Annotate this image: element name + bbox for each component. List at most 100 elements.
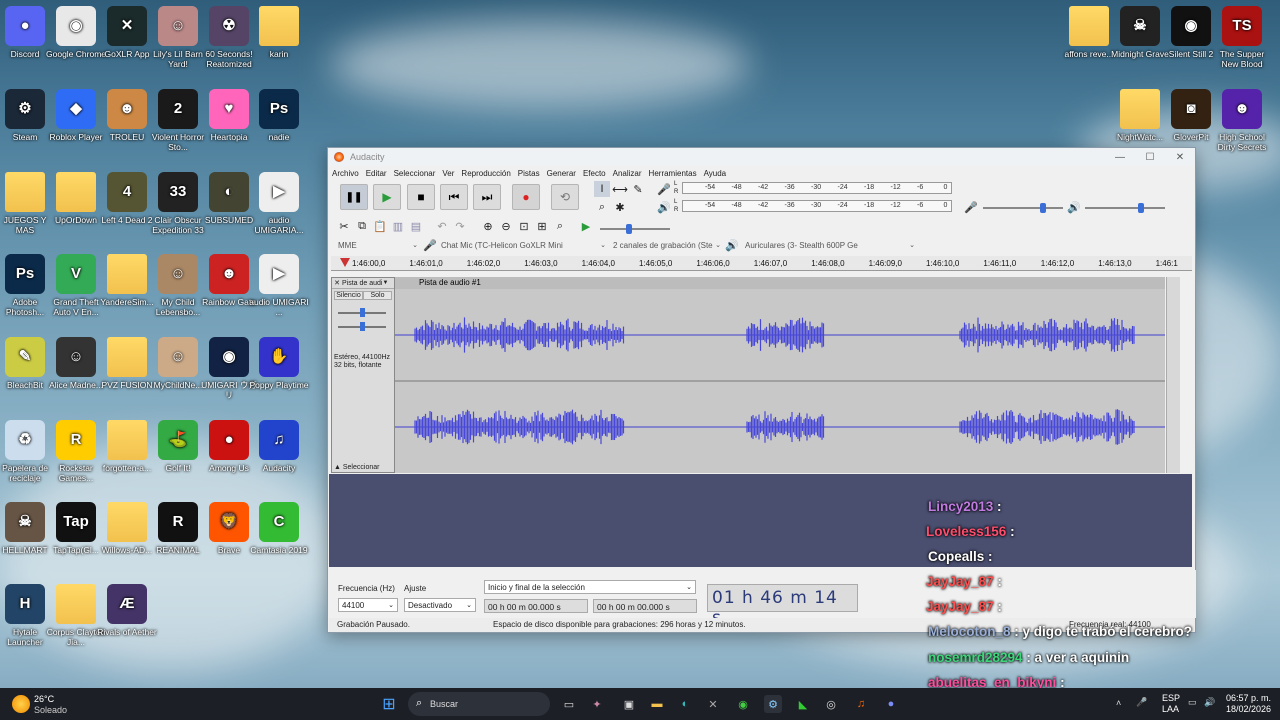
copilot-icon[interactable]: ✦ (588, 695, 606, 713)
clock-date[interactable]: 18/02/2026 (1226, 704, 1271, 714)
chrome-icon[interactable]: ◉ (734, 695, 752, 713)
menu-item[interactable]: Reproducción (461, 169, 510, 178)
title-bar[interactable]: Audacity — ☐ ✕ (328, 148, 1195, 166)
selection-start-time[interactable]: 00 h 00 m 00.000 s (484, 599, 588, 613)
weather-temp[interactable]: 26°C (34, 694, 54, 704)
weather-text[interactable]: Soleado (34, 705, 67, 715)
selection-tool-icon[interactable]: I (594, 181, 610, 197)
playback-volume-slider[interactable] (1085, 207, 1165, 209)
pan-thumb[interactable] (360, 322, 365, 331)
menu-item[interactable]: Herramientas (649, 169, 697, 178)
vertical-scrollbar[interactable] (1166, 277, 1180, 473)
input-device-dropdown[interactable]: Chat Mic (TC-Helicon GoXLR Mini ⌄ (441, 238, 606, 252)
select-track-button[interactable]: ▲ Seleccionar (334, 464, 379, 471)
track-name-menu[interactable]: Pista de audi (342, 280, 382, 287)
desktop-icon[interactable]: karin (249, 6, 309, 59)
zoom-tool-icon[interactable]: ⌕ (594, 199, 610, 215)
desktop-icon[interactable]: C Camtasia 2019 (249, 502, 309, 555)
snap-dropdown[interactable]: Desactivado ⌄ (404, 598, 476, 612)
edge-icon[interactable]: ◐ (676, 695, 694, 713)
draw-tool-icon[interactable]: ✎ (630, 181, 646, 197)
desktop-icon[interactable]: Æ Rivals of Aether (97, 584, 157, 637)
record-volume-slider[interactable] (983, 207, 1063, 209)
host-dropdown[interactable]: MME ⌄ (338, 238, 418, 252)
clock-time[interactable]: 06:57 p. m. (1226, 693, 1271, 703)
tray-mic-icon[interactable]: 🎤 (1136, 697, 1147, 708)
app-icon-2[interactable]: ◎ (822, 695, 840, 713)
selection-end-time[interactable]: 00 h 00 m 00.000 s (593, 599, 697, 613)
weather-icon[interactable] (12, 695, 30, 713)
desktop-icon[interactable]: ▶ audio UMIGARI ... (249, 254, 309, 317)
rate-dropdown[interactable]: 44100 ⌄ (338, 598, 398, 612)
play-button[interactable]: ▶ (373, 184, 401, 210)
network-icon[interactable]: ▭ (1188, 697, 1197, 708)
menu-item[interactable]: Archivo (332, 169, 359, 178)
record-volume-thumb[interactable] (1040, 203, 1046, 213)
menu-item[interactable]: Generar (547, 169, 576, 178)
zoom-toggle-icon[interactable]: ⌕ (552, 218, 568, 234)
play-speed-slider[interactable] (600, 228, 670, 230)
playback-meter[interactable]: -54 -48 -42 -36 -30 -24 -18 -12 -6 0 (682, 200, 952, 212)
menu-item[interactable]: Efecto (583, 169, 606, 178)
envelope-tool-icon[interactable]: ⟷ (612, 181, 628, 197)
stop-button[interactable]: ■ (407, 184, 435, 210)
app-icon[interactable]: ◣ (794, 695, 812, 713)
skip-end-button[interactable]: ⏭ (473, 184, 501, 210)
desktop-icon[interactable]: ☻ High School Dirty Secrets (1212, 89, 1272, 152)
desktop-icon[interactable]: ♫ Audacity (249, 420, 309, 473)
menu-item[interactable]: Pistas (518, 169, 540, 178)
desktop-icon[interactable]: TS The Supper New Blood (1212, 6, 1272, 69)
track-menu-icon[interactable]: ▼ (382, 280, 388, 286)
record-meter[interactable]: -54 -48 -42 -36 -30 -24 -18 -12 -6 0 (682, 182, 952, 194)
play-speed-thumb[interactable] (626, 224, 632, 234)
desktop-icon[interactable]: Ps nadie (249, 89, 309, 142)
solo-button[interactable]: Solo (363, 291, 392, 300)
playback-volume-thumb[interactable] (1138, 203, 1144, 213)
play-at-speed-icon[interactable]: ▶ (578, 218, 594, 234)
silence-icon[interactable]: ▤ (408, 218, 424, 234)
desktop-icon[interactable]: ▶ audio UMIGARIA... (249, 172, 309, 235)
skip-start-button[interactable]: ⏮ (440, 184, 468, 210)
cut-icon[interactable]: ✂ (336, 218, 352, 234)
widgets-icon[interactable]: ▣ (620, 695, 638, 713)
language-layout[interactable]: LAA (1162, 704, 1179, 714)
search-box[interactable]: ⌕ Buscar (408, 692, 550, 716)
fit-selection-icon[interactable]: ⊡ (516, 218, 532, 234)
selection-mode-dropdown[interactable]: Inicio y final de la selección ⌄ (484, 580, 696, 594)
start-icon[interactable]: ⊞ (380, 695, 398, 713)
volume-icon[interactable]: 🔊 (1204, 697, 1215, 708)
copy-icon[interactable]: ⧉ (354, 218, 370, 234)
maximize-button[interactable]: ☐ (1135, 152, 1165, 163)
menu-item[interactable]: Analizar (613, 169, 642, 178)
trim-icon[interactable]: ▥ (390, 218, 406, 234)
output-device-dropdown[interactable]: Auriculares (3- Stealth 600P Ge ⌄ (745, 238, 915, 252)
language[interactable]: ESP (1162, 693, 1180, 703)
undo-icon[interactable]: ↶ (434, 218, 450, 234)
pause-button[interactable]: ❚❚ (340, 184, 368, 210)
goxlr-icon[interactable]: ✕ (704, 695, 722, 713)
multi-tool-icon[interactable]: ✱ (612, 199, 628, 215)
task-view-icon[interactable]: ▭ (560, 695, 578, 713)
steam-icon[interactable]: ⚙ (764, 695, 782, 713)
gain-thumb[interactable] (360, 308, 365, 317)
channels-dropdown[interactable]: 2 canales de grabación (Ste ⌄ (613, 238, 721, 252)
tray-chevron-icon[interactable]: ˄ (1116, 698, 1121, 708)
menu-item[interactable]: Ver (442, 169, 454, 178)
timeline-ruler[interactable]: 1:46:00,0 1:46:01,0 1:46:02,0 1:46:03,0 1:46… (331, 256, 1192, 271)
zoom-in-icon[interactable]: ⊕ (480, 218, 496, 234)
paste-icon[interactable]: 📋 (372, 218, 388, 234)
menu-item[interactable]: Seleccionar (394, 169, 436, 178)
zoom-out-icon[interactable]: ⊖ (498, 218, 514, 234)
waveform-area[interactable]: Pista de audio #1 (395, 277, 1165, 473)
track-close-icon[interactable]: ✕ (332, 279, 342, 287)
mute-button[interactable]: Silencio (334, 291, 363, 300)
audacity-taskbar-icon[interactable]: ♫ (852, 695, 870, 713)
empty-track-area[interactable] (329, 474, 1192, 567)
time-display[interactable]: 01 h 46 m 14 s (707, 584, 858, 628)
loop-button[interactable]: ⟲ (551, 184, 579, 210)
menu-item[interactable]: Ayuda (704, 169, 727, 178)
fit-project-icon[interactable]: ⊞ (534, 218, 550, 234)
redo-icon[interactable]: ↷ (452, 218, 468, 234)
record-button[interactable]: ● (512, 184, 540, 210)
file-explorer-icon[interactable]: ▬ (648, 695, 666, 713)
